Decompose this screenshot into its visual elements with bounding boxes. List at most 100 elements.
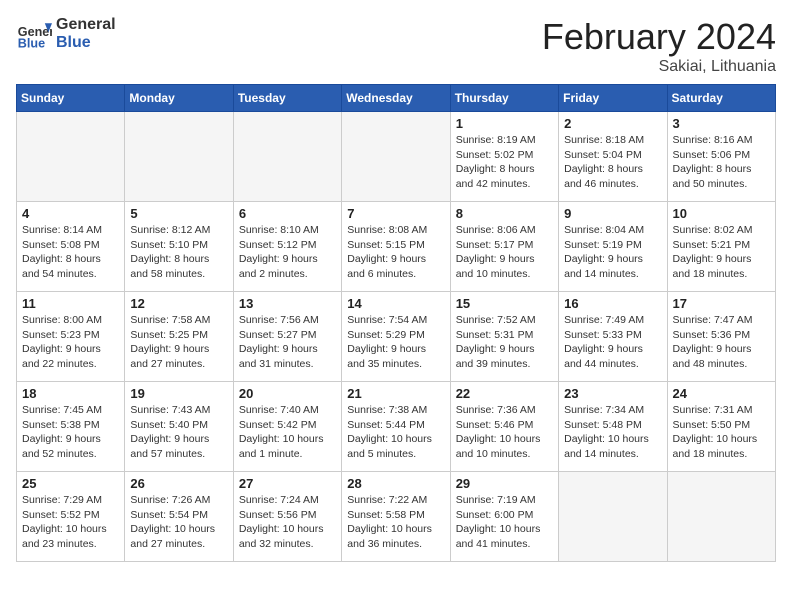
day-info: Sunrise: 7:22 AM Sunset: 5:58 PM Dayligh… bbox=[347, 493, 444, 552]
day-info: Sunrise: 7:31 AM Sunset: 5:50 PM Dayligh… bbox=[673, 403, 770, 462]
weekday-header-saturday: Saturday bbox=[667, 85, 775, 112]
day-number: 11 bbox=[22, 296, 119, 311]
weekday-header-wednesday: Wednesday bbox=[342, 85, 450, 112]
day-number: 26 bbox=[130, 476, 227, 491]
day-info: Sunrise: 8:14 AM Sunset: 5:08 PM Dayligh… bbox=[22, 223, 119, 282]
calendar-cell: 6 Sunrise: 8:10 AM Sunset: 5:12 PM Daylig… bbox=[233, 202, 341, 292]
weekday-header-sunday: Sunday bbox=[17, 85, 125, 112]
day-number: 13 bbox=[239, 296, 336, 311]
calendar-cell: 12Sunrise: 7:58 AM Sunset: 5:25 PM Dayli… bbox=[125, 292, 233, 382]
week-row-5: 25 Sunrise: 7:29 AM Sunset: 5:52 PM Dayli… bbox=[17, 472, 776, 562]
day-number: 18 bbox=[22, 386, 119, 401]
day-info: Sunrise: 8:19 AM Sunset: 5:02 PM Dayligh… bbox=[456, 133, 553, 192]
day-info: Sunrise: 7:49 AM Sunset: 5:33 PM Dayligh… bbox=[564, 313, 661, 372]
day-info: Sunrise: 7:36 AM Sunset: 5:46 PM Dayligh… bbox=[456, 403, 553, 462]
calendar-cell: 8Sunrise: 8:06 AM Sunset: 5:17 PM Daylig… bbox=[450, 202, 558, 292]
calendar-cell: 23Sunrise: 7:34 AM Sunset: 5:48 PM Dayli… bbox=[559, 382, 667, 472]
calendar-cell bbox=[667, 472, 775, 562]
day-info: Sunrise: 7:29 AM Sunset: 5:52 PM Dayligh… bbox=[22, 493, 119, 552]
day-number: 3 bbox=[673, 116, 770, 131]
calendar-cell: 10Sunrise: 8:02 AM Sunset: 5:21 PM Dayli… bbox=[667, 202, 775, 292]
logo-icon: General Blue bbox=[16, 16, 52, 52]
week-row-2: 4 Sunrise: 8:14 AM Sunset: 5:08 PM Daylig… bbox=[17, 202, 776, 292]
day-info: Sunrise: 7:24 AM Sunset: 5:56 PM Dayligh… bbox=[239, 493, 336, 552]
day-info: Sunrise: 7:26 AM Sunset: 5:54 PM Dayligh… bbox=[130, 493, 227, 552]
day-info: Sunrise: 7:19 AM Sunset: 6:00 PM Dayligh… bbox=[456, 493, 553, 552]
day-info: Sunrise: 8:08 AM Sunset: 5:15 PM Dayligh… bbox=[347, 223, 444, 282]
day-info: Sunrise: 8:00 AM Sunset: 5:23 PM Dayligh… bbox=[22, 313, 119, 372]
day-number: 1 bbox=[456, 116, 553, 131]
day-number: 16 bbox=[564, 296, 661, 311]
calendar-cell bbox=[342, 112, 450, 202]
svg-text:Blue: Blue bbox=[18, 37, 45, 51]
day-number: 2 bbox=[564, 116, 661, 131]
calendar-cell: 2 Sunrise: 8:18 AM Sunset: 5:04 PM Daylig… bbox=[559, 112, 667, 202]
weekday-header-row: SundayMondayTuesdayWednesdayThursdayFrid… bbox=[17, 85, 776, 112]
day-number: 9 bbox=[564, 206, 661, 221]
month-title: February 2024 bbox=[542, 16, 776, 58]
day-number: 17 bbox=[673, 296, 770, 311]
weekday-header-friday: Friday bbox=[559, 85, 667, 112]
logo: General Blue General Blue bbox=[16, 16, 116, 52]
day-info: Sunrise: 7:47 AM Sunset: 5:36 PM Dayligh… bbox=[673, 313, 770, 372]
weekday-header-monday: Monday bbox=[125, 85, 233, 112]
day-info: Sunrise: 7:40 AM Sunset: 5:42 PM Dayligh… bbox=[239, 403, 336, 462]
day-number: 15 bbox=[456, 296, 553, 311]
calendar-cell: 13 Sunrise: 7:56 AM Sunset: 5:27 PM Dayli… bbox=[233, 292, 341, 382]
day-info: Sunrise: 7:52 AM Sunset: 5:31 PM Dayligh… bbox=[456, 313, 553, 372]
day-info: Sunrise: 8:02 AM Sunset: 5:21 PM Dayligh… bbox=[673, 223, 770, 282]
logo-blue-text: Blue bbox=[56, 34, 116, 52]
day-info: Sunrise: 8:18 AM Sunset: 5:04 PM Dayligh… bbox=[564, 133, 661, 192]
day-number: 25 bbox=[22, 476, 119, 491]
day-number: 4 bbox=[22, 206, 119, 221]
day-number: 24 bbox=[673, 386, 770, 401]
day-number: 29 bbox=[456, 476, 553, 491]
day-info: Sunrise: 8:10 AM Sunset: 5:12 PM Dayligh… bbox=[239, 223, 336, 282]
calendar-cell: 7 Sunrise: 8:08 AM Sunset: 5:15 PM Daylig… bbox=[342, 202, 450, 292]
day-info: Sunrise: 8:16 AM Sunset: 5:06 PM Dayligh… bbox=[673, 133, 770, 192]
calendar-cell bbox=[233, 112, 341, 202]
calendar-cell: 26 Sunrise: 7:26 AM Sunset: 5:54 PM Dayli… bbox=[125, 472, 233, 562]
calendar-table: SundayMondayTuesdayWednesdayThursdayFrid… bbox=[16, 84, 776, 562]
calendar-cell: 15 Sunrise: 7:52 AM Sunset: 5:31 PM Dayli… bbox=[450, 292, 558, 382]
calendar-cell: 24 Sunrise: 7:31 AM Sunset: 5:50 PM Dayli… bbox=[667, 382, 775, 472]
day-number: 28 bbox=[347, 476, 444, 491]
calendar-cell: 19Sunrise: 7:43 AM Sunset: 5:40 PM Dayli… bbox=[125, 382, 233, 472]
day-number: 7 bbox=[347, 206, 444, 221]
day-info: Sunrise: 7:58 AM Sunset: 5:25 PM Dayligh… bbox=[130, 313, 227, 372]
week-row-1: 1 Sunrise: 8:19 AM Sunset: 5:02 PM Daylig… bbox=[17, 112, 776, 202]
calendar-cell: 11 Sunrise: 8:00 AM Sunset: 5:23 PM Dayli… bbox=[17, 292, 125, 382]
calendar-cell: 20 Sunrise: 7:40 AM Sunset: 5:42 PM Dayli… bbox=[233, 382, 341, 472]
day-number: 20 bbox=[239, 386, 336, 401]
calendar-cell: 1 Sunrise: 8:19 AM Sunset: 5:02 PM Daylig… bbox=[450, 112, 558, 202]
weekday-header-tuesday: Tuesday bbox=[233, 85, 341, 112]
calendar-cell: 5 Sunrise: 8:12 AM Sunset: 5:10 PM Daylig… bbox=[125, 202, 233, 292]
week-row-4: 18 Sunrise: 7:45 AM Sunset: 5:38 PM Dayli… bbox=[17, 382, 776, 472]
day-number: 27 bbox=[239, 476, 336, 491]
weekday-header-thursday: Thursday bbox=[450, 85, 558, 112]
title-block: February 2024 Sakiai, Lithuania bbox=[542, 16, 776, 76]
day-info: Sunrise: 7:56 AM Sunset: 5:27 PM Dayligh… bbox=[239, 313, 336, 372]
calendar-cell: 28 Sunrise: 7:22 AM Sunset: 5:58 PM Dayli… bbox=[342, 472, 450, 562]
calendar-cell bbox=[559, 472, 667, 562]
week-row-3: 11 Sunrise: 8:00 AM Sunset: 5:23 PM Dayli… bbox=[17, 292, 776, 382]
day-info: Sunrise: 8:12 AM Sunset: 5:10 PM Dayligh… bbox=[130, 223, 227, 282]
calendar-cell: 3 Sunrise: 8:16 AM Sunset: 5:06 PM Daylig… bbox=[667, 112, 775, 202]
calendar-cell: 16 Sunrise: 7:49 AM Sunset: 5:33 PM Dayli… bbox=[559, 292, 667, 382]
day-info: Sunrise: 7:38 AM Sunset: 5:44 PM Dayligh… bbox=[347, 403, 444, 462]
day-number: 14 bbox=[347, 296, 444, 311]
calendar-cell: 25 Sunrise: 7:29 AM Sunset: 5:52 PM Dayli… bbox=[17, 472, 125, 562]
calendar-cell: 27 Sunrise: 7:24 AM Sunset: 5:56 PM Dayli… bbox=[233, 472, 341, 562]
calendar-cell bbox=[125, 112, 233, 202]
day-number: 6 bbox=[239, 206, 336, 221]
day-info: Sunrise: 7:45 AM Sunset: 5:38 PM Dayligh… bbox=[22, 403, 119, 462]
calendar-cell: 22 Sunrise: 7:36 AM Sunset: 5:46 PM Dayli… bbox=[450, 382, 558, 472]
calendar-cell: 18 Sunrise: 7:45 AM Sunset: 5:38 PM Dayli… bbox=[17, 382, 125, 472]
day-number: 22 bbox=[456, 386, 553, 401]
location-title: Sakiai, Lithuania bbox=[542, 58, 776, 76]
day-info: Sunrise: 7:43 AM Sunset: 5:40 PM Dayligh… bbox=[130, 403, 227, 462]
calendar-cell: 4 Sunrise: 8:14 AM Sunset: 5:08 PM Daylig… bbox=[17, 202, 125, 292]
day-number: 21 bbox=[347, 386, 444, 401]
day-number: 5 bbox=[130, 206, 227, 221]
day-info: Sunrise: 8:04 AM Sunset: 5:19 PM Dayligh… bbox=[564, 223, 661, 282]
